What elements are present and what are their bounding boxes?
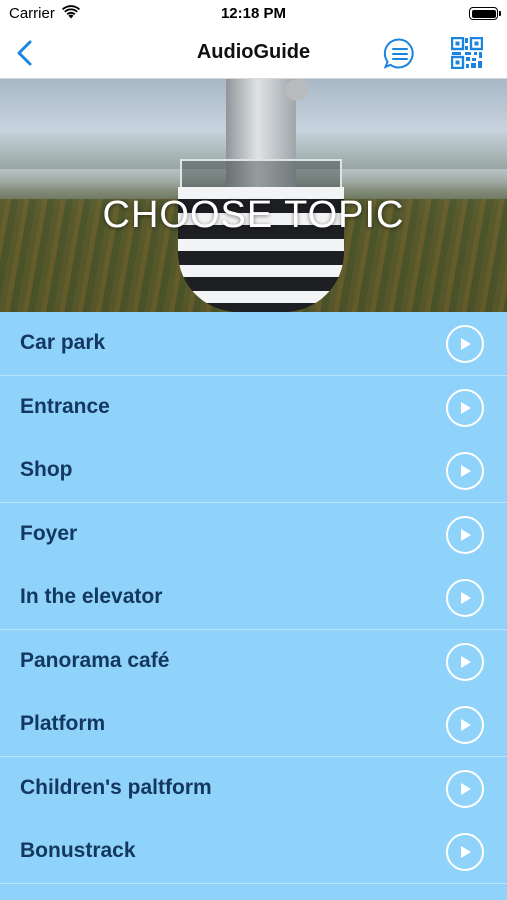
topic-label: Bonustrack bbox=[20, 839, 136, 862]
hero-heading: CHOOSE TOPIC bbox=[102, 194, 405, 236]
topic-row[interactable]: Bonustrack bbox=[0, 820, 507, 884]
topic-label: Foyer bbox=[20, 521, 78, 545]
topic-row[interactable]: Panorama café bbox=[0, 629, 507, 694]
play-icon[interactable] bbox=[446, 388, 484, 427]
topic-row[interactable]: In the elevator bbox=[0, 566, 507, 630]
page-title: AudioGuide bbox=[196, 41, 311, 63]
play-icon[interactable] bbox=[446, 515, 484, 554]
play-icon[interactable] bbox=[446, 452, 484, 490]
topic-label: In the elevator bbox=[20, 585, 163, 608]
play-icon[interactable] bbox=[446, 642, 484, 681]
play-icon[interactable] bbox=[446, 579, 484, 617]
topic-label: Children's paltform bbox=[20, 775, 212, 799]
topic-row[interactable]: Car park bbox=[0, 312, 507, 376]
play-icon[interactable] bbox=[446, 769, 484, 808]
status-time: 12:18 PM bbox=[220, 5, 287, 22]
chat-list-icon[interactable] bbox=[383, 37, 417, 71]
topic-row[interactable]: Shop bbox=[0, 439, 507, 503]
hero-image: CHOOSE TOPIC bbox=[0, 79, 507, 312]
topic-label: Car park bbox=[20, 331, 106, 354]
navigation-bar: AudioGuide bbox=[0, 28, 507, 79]
topic-row[interactable]: Entrance bbox=[0, 375, 507, 440]
status-bar: Carrier 12:18 PM bbox=[0, 0, 507, 28]
topic-label: Entrance bbox=[20, 394, 110, 418]
battery-icon bbox=[469, 7, 501, 20]
topic-row[interactable]: Children's paltform bbox=[0, 756, 507, 821]
play-icon[interactable] bbox=[446, 706, 484, 744]
play-icon[interactable] bbox=[446, 833, 484, 871]
topic-label: Panorama café bbox=[20, 648, 170, 672]
topic-label: Platform bbox=[20, 712, 106, 735]
topic-list: Car park Entrance Shop Foyer In the elev… bbox=[0, 312, 507, 900]
qr-code-icon[interactable] bbox=[451, 37, 483, 69]
topic-label: Shop bbox=[20, 458, 73, 481]
play-icon[interactable] bbox=[446, 325, 484, 363]
topic-row[interactable]: Platform bbox=[0, 693, 507, 757]
topic-row[interactable]: Foyer bbox=[0, 502, 507, 567]
